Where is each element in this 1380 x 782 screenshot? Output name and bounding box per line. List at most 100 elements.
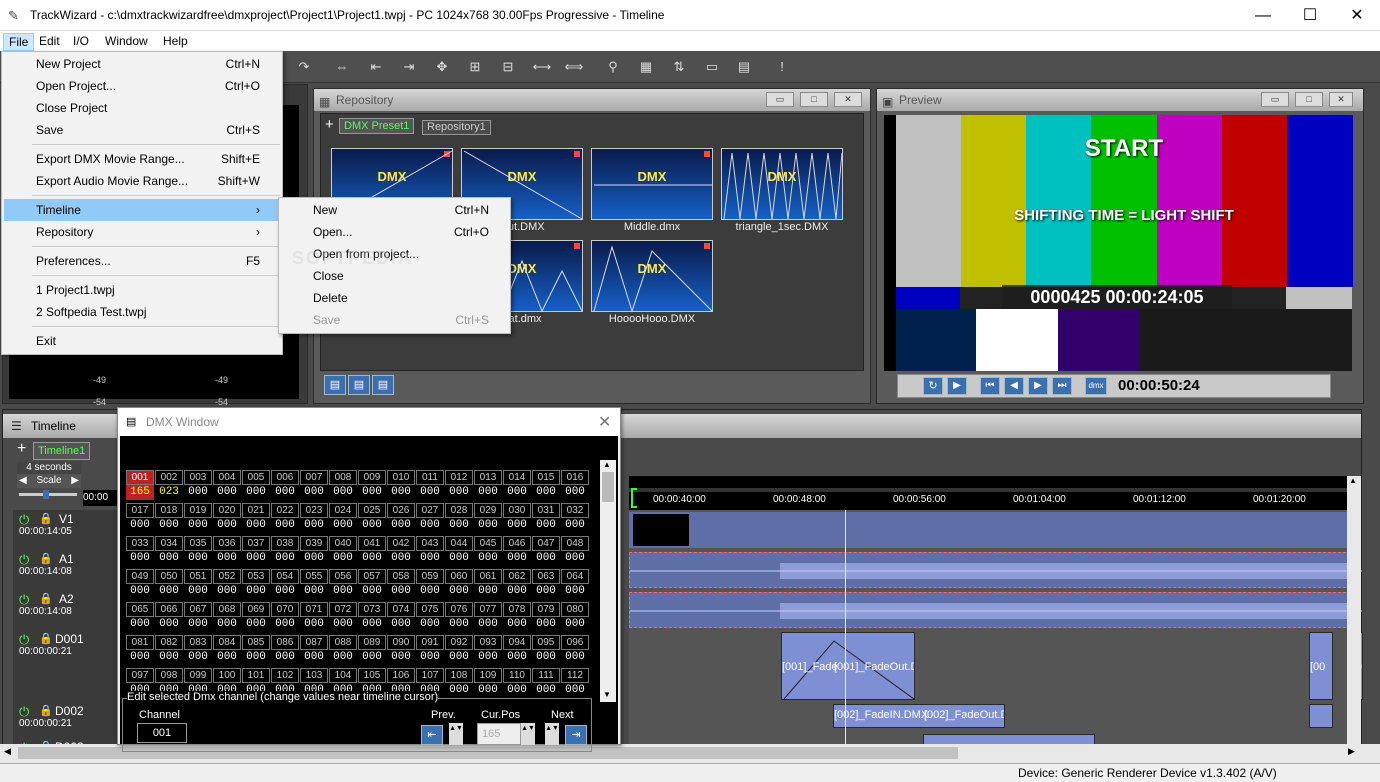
dmx-channel-cell[interactable]: 091 000 [416,635,444,667]
dmx-channel-cell[interactable]: 008 000 [329,470,357,502]
dmx-channel-cell[interactable]: 078 000 [503,602,531,634]
dmx-channel-cell[interactable]: 016 000 [561,470,589,502]
dmx-channel-cell[interactable]: 039 000 [300,536,328,568]
dmx-channel-cell[interactable]: 058 000 [387,569,415,601]
dmx-channel-cell[interactable]: 070 000 [271,602,299,634]
search-icon[interactable]: ⚲ [601,56,625,78]
dmx-channel-cell[interactable]: 061 000 [474,569,502,601]
playhead[interactable] [845,510,846,756]
menu-item-repository[interactable]: Repository › [4,221,280,243]
add-icon[interactable]: + [325,116,334,133]
zoom-in-icon[interactable]: ⊞ [463,56,487,78]
preset-thumb[interactable]: DMX [591,240,713,313]
link-icon[interactable]: ⟷ [530,56,554,78]
skip-start-icon[interactable]: ⏮ [980,377,1000,395]
dmx-channel-cell[interactable]: 053 000 [242,569,270,601]
curpos-spinner[interactable]: ▲▼ [521,723,535,745]
dmx-channel-cell[interactable]: 054 000 [271,569,299,601]
alert-icon[interactable]: ! [770,56,794,78]
dmx-channel-cell[interactable]: 013 000 [474,470,502,502]
maximize-button[interactable]: □ [800,92,828,107]
skip-end-icon[interactable]: ⏭ [1052,377,1072,395]
maximize-button[interactable]: ☐ [1287,0,1333,31]
dmx-channel-cell[interactable]: 024 000 [329,503,357,535]
scale-control[interactable]: ◀ Scale ▶ [17,474,81,488]
menu-item-close-project[interactable]: Close Project [4,97,280,119]
menu-item-recent-1[interactable]: 1 Project1.twpj [4,279,280,301]
close-button[interactable]: ✕ [598,412,611,432]
minimize-button[interactable]: ▭ [766,92,794,107]
preset-thumb[interactable]: DMX [591,148,713,220]
loop-icon[interactable]: ↻ [923,377,943,395]
dmx-channel-cell[interactable]: 018 000 [155,503,183,535]
dmx-channel-cell[interactable]: 052 000 [213,569,241,601]
dmx-channel-cell[interactable]: 087 000 [300,635,328,667]
dmx-channel-cell[interactable]: 050 000 [155,569,183,601]
dmx-channel-cell[interactable]: 005 000 [242,470,270,502]
minimize-button[interactable]: — [1240,0,1286,31]
close-button[interactable]: ✕ [834,92,862,107]
track-header-d001[interactable]: ⏻ 🔒 D001 00:00:00:21 [17,630,117,666]
submenu-item-save[interactable]: Save Ctrl+S [281,309,509,331]
redo-icon[interactable]: ↷ [292,56,316,78]
d002-clip[interactable]: [002]_FadeIN.DMX [002]_FadeOut.D [833,704,1005,728]
scroll-up-icon[interactable]: ▲ [1349,476,1357,485]
track-header-v1[interactable]: ⏻ 🔒 V1 00:00:14:05 [17,510,117,546]
dmx-channel-cell[interactable]: 040 000 [329,536,357,568]
tab-timeline1[interactable]: Timeline1 [33,442,91,460]
dmx-channel-cell[interactable]: 043 000 [416,536,444,568]
dmx-channel-cell[interactable]: 002 023 [155,470,183,502]
add-timeline-icon[interactable]: + [17,440,26,458]
tab-repository1[interactable]: Repository1 [422,120,491,135]
dmx-channel-cell[interactable]: 093 000 [474,635,502,667]
unlink-icon[interactable]: ⟺ [562,56,586,78]
dmx-channel-cell[interactable]: 023 000 [300,503,328,535]
track-header-d002[interactable]: ⏻ 🔒 D002 00:00:00:21 [17,702,117,738]
timeline-ruler[interactable]: 00:00:40:00 00:00:48:00 00:00:56:00 00:0… [629,476,1361,510]
next-spinner[interactable]: ▲▼ [545,723,559,745]
dmx-channel-cell[interactable]: 001 165 [126,470,154,502]
fit-icon[interactable]: ⇔ [330,56,354,78]
dmx-channel-cell[interactable]: 066 000 [155,602,183,634]
folder-open-icon[interactable]: ▤ [324,375,346,395]
dmx-channel-cell[interactable]: 031 000 [532,503,560,535]
dmx-channel-cell[interactable]: 045 000 [474,536,502,568]
dmx-channel-cell[interactable]: 017 000 [126,503,154,535]
close-button[interactable]: ✕ [1334,0,1380,31]
scroll-thumb[interactable] [602,472,614,502]
a2-clip[interactable] [629,592,1362,628]
grid-icon[interactable]: ▤ [732,56,756,78]
folder-add-icon[interactable]: ▤ [348,375,370,395]
dmx-channel-cell[interactable]: 057 000 [358,569,386,601]
dmx-channel-cell[interactable]: 108 000 [445,668,473,700]
dmx-channel-cell[interactable]: 067 000 [184,602,212,634]
dmx-grid-scroll[interactable]: ▲ ▼ [600,460,616,702]
dmx-channel-cell[interactable]: 015 000 [532,470,560,502]
a1-clip[interactable] [629,552,1362,588]
dmx-channel-cell[interactable]: 035 000 [184,536,212,568]
scroll-down-icon[interactable]: ▼ [603,690,611,699]
dmx-channel-cell[interactable]: 012 000 [445,470,473,502]
dmx-channel-cell[interactable]: 038 000 [271,536,299,568]
submenu-item-delete[interactable]: Delete [281,287,509,309]
track-header-a2[interactable]: ⏻ 🔒 A2 00:00:14:08 [17,590,117,626]
dmx-channel-cell[interactable]: 079 000 [532,602,560,634]
dmx-channel-cell[interactable]: 092 000 [445,635,473,667]
dmx-channel-cell[interactable]: 006 000 [271,470,299,502]
submenu-item-new[interactable]: New Ctrl+N [281,199,509,221]
prev-button[interactable]: ⇤ [421,725,443,745]
d002-clip-2[interactable] [1309,704,1333,728]
menu-file[interactable]: File [3,33,35,51]
menu-item-timeline[interactable]: Timeline › [4,199,280,221]
dmx-channel-cell[interactable]: 111 000 [532,668,560,700]
dmx-channel-cell[interactable]: 089 000 [358,635,386,667]
dmx-channel-cell[interactable]: 086 000 [271,635,299,667]
dmx-channel-cell[interactable]: 042 000 [387,536,415,568]
scroll-right-icon[interactable]: ▶ [1348,746,1355,757]
preset-thumb[interactable]: DMX [721,148,843,220]
dmx-channel-cell[interactable]: 041 000 [358,536,386,568]
dmx-channel-cell[interactable]: 069 000 [242,602,270,634]
menu-edit[interactable]: Edit [34,33,65,51]
dmx-channel-cell[interactable]: 073 000 [358,602,386,634]
dmx-channel-cell[interactable]: 033 000 [126,536,154,568]
